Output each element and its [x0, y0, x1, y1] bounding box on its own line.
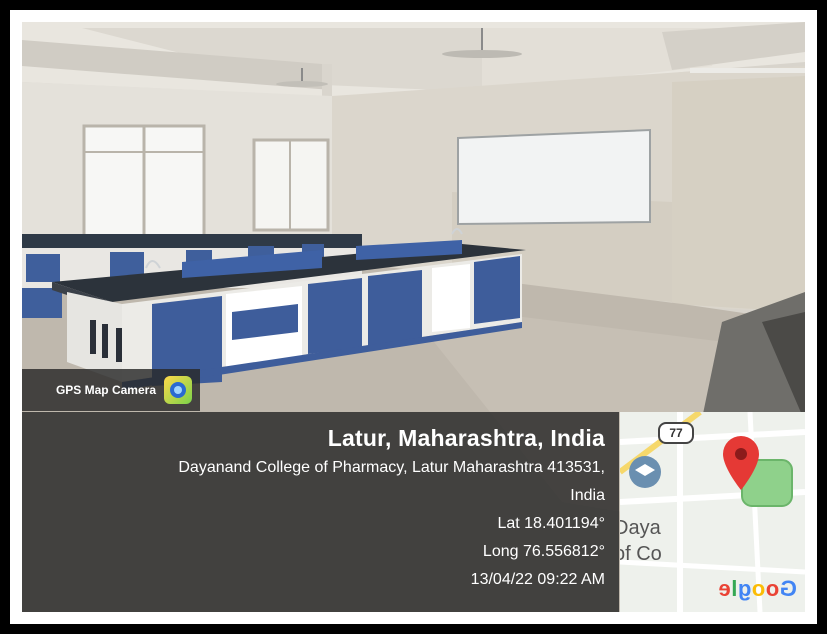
badge-label: GPS Map Camera [55, 383, 156, 397]
address-line-1: Dayanand College of Pharmacy, Latur Maha… [178, 459, 605, 476]
place-title: Latur, Maharashtra, India [327, 425, 605, 451]
route-shield: 77 [658, 422, 694, 444]
camera-app-icon [164, 376, 192, 404]
map-place-label: Daya of Co [620, 517, 662, 565]
latitude: Lat 18.401194° [497, 515, 605, 532]
gps-map-camera-badge: GPS Map Camera [22, 369, 200, 411]
location-info-panel: Latur, Maharashtra, India Dayanand Colle… [22, 412, 619, 612]
address-line-2: India [570, 487, 605, 504]
datetime: 13/04/22 09:22 AM [470, 571, 605, 588]
lab-photo: GPS Map Camera Latur, Maharashtra, India… [22, 22, 805, 612]
google-logo: Google [718, 576, 797, 601]
map-thumbnail: 77 Daya of Co Google [620, 412, 805, 612]
longitude: Long 76.556812° [482, 543, 605, 560]
